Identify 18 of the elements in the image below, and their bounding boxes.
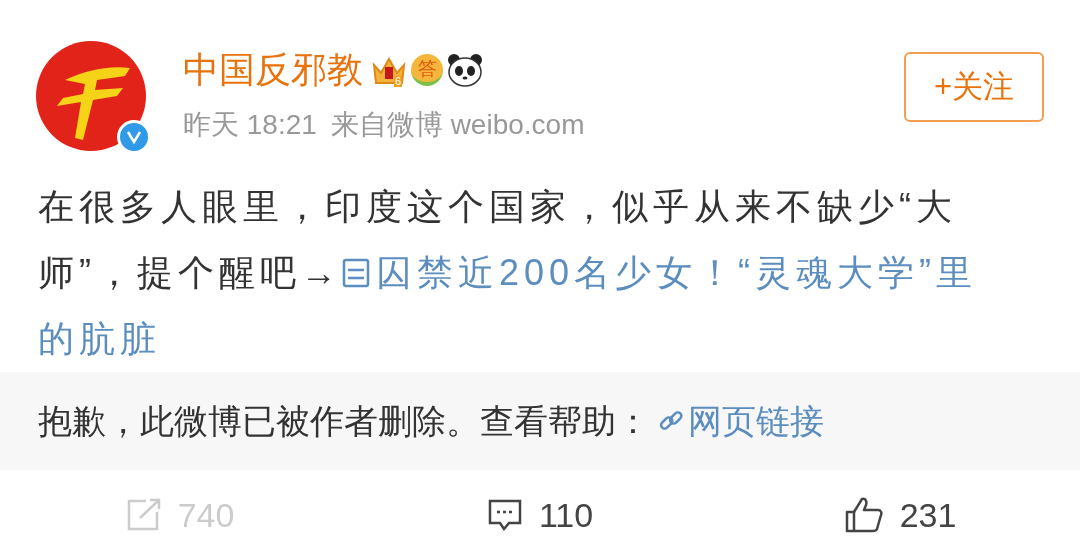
post-source: 来自微博 weibo.com — [330, 108, 585, 142]
article-link[interactable]: 囚禁近200名少女！“灵魂大学”里 — [342, 252, 978, 293]
badge-level: 6 — [393, 76, 403, 87]
comment-action[interactable]: 110 — [360, 489, 720, 541]
web-link[interactable]: 网页链接 — [658, 395, 824, 447]
post-time: 昨天 18:21 — [183, 108, 317, 142]
article-link[interactable]: 的肮脏 — [38, 318, 161, 359]
answer-badge: 答 — [411, 54, 443, 86]
panda-icon — [447, 53, 483, 87]
share-icon — [125, 498, 162, 532]
article-icon — [342, 258, 370, 288]
follow-button[interactable]: +关注 — [904, 52, 1044, 122]
author-name[interactable]: 中国反邪教 — [183, 43, 363, 97]
like-action[interactable]: 231 — [720, 489, 1080, 541]
deleted-notice: 抱歉，此微博已被作者删除。查看帮助： — [38, 400, 650, 442]
thumbs-up-icon — [843, 496, 884, 534]
comment-icon — [486, 498, 523, 532]
post-text: 在很多人眼里，印度这个国家，似乎从来不缺少“大师”，提个醒吧→ 囚禁近200名少女！“灵魂大学”里 的肮脏 — [38, 185, 979, 361]
